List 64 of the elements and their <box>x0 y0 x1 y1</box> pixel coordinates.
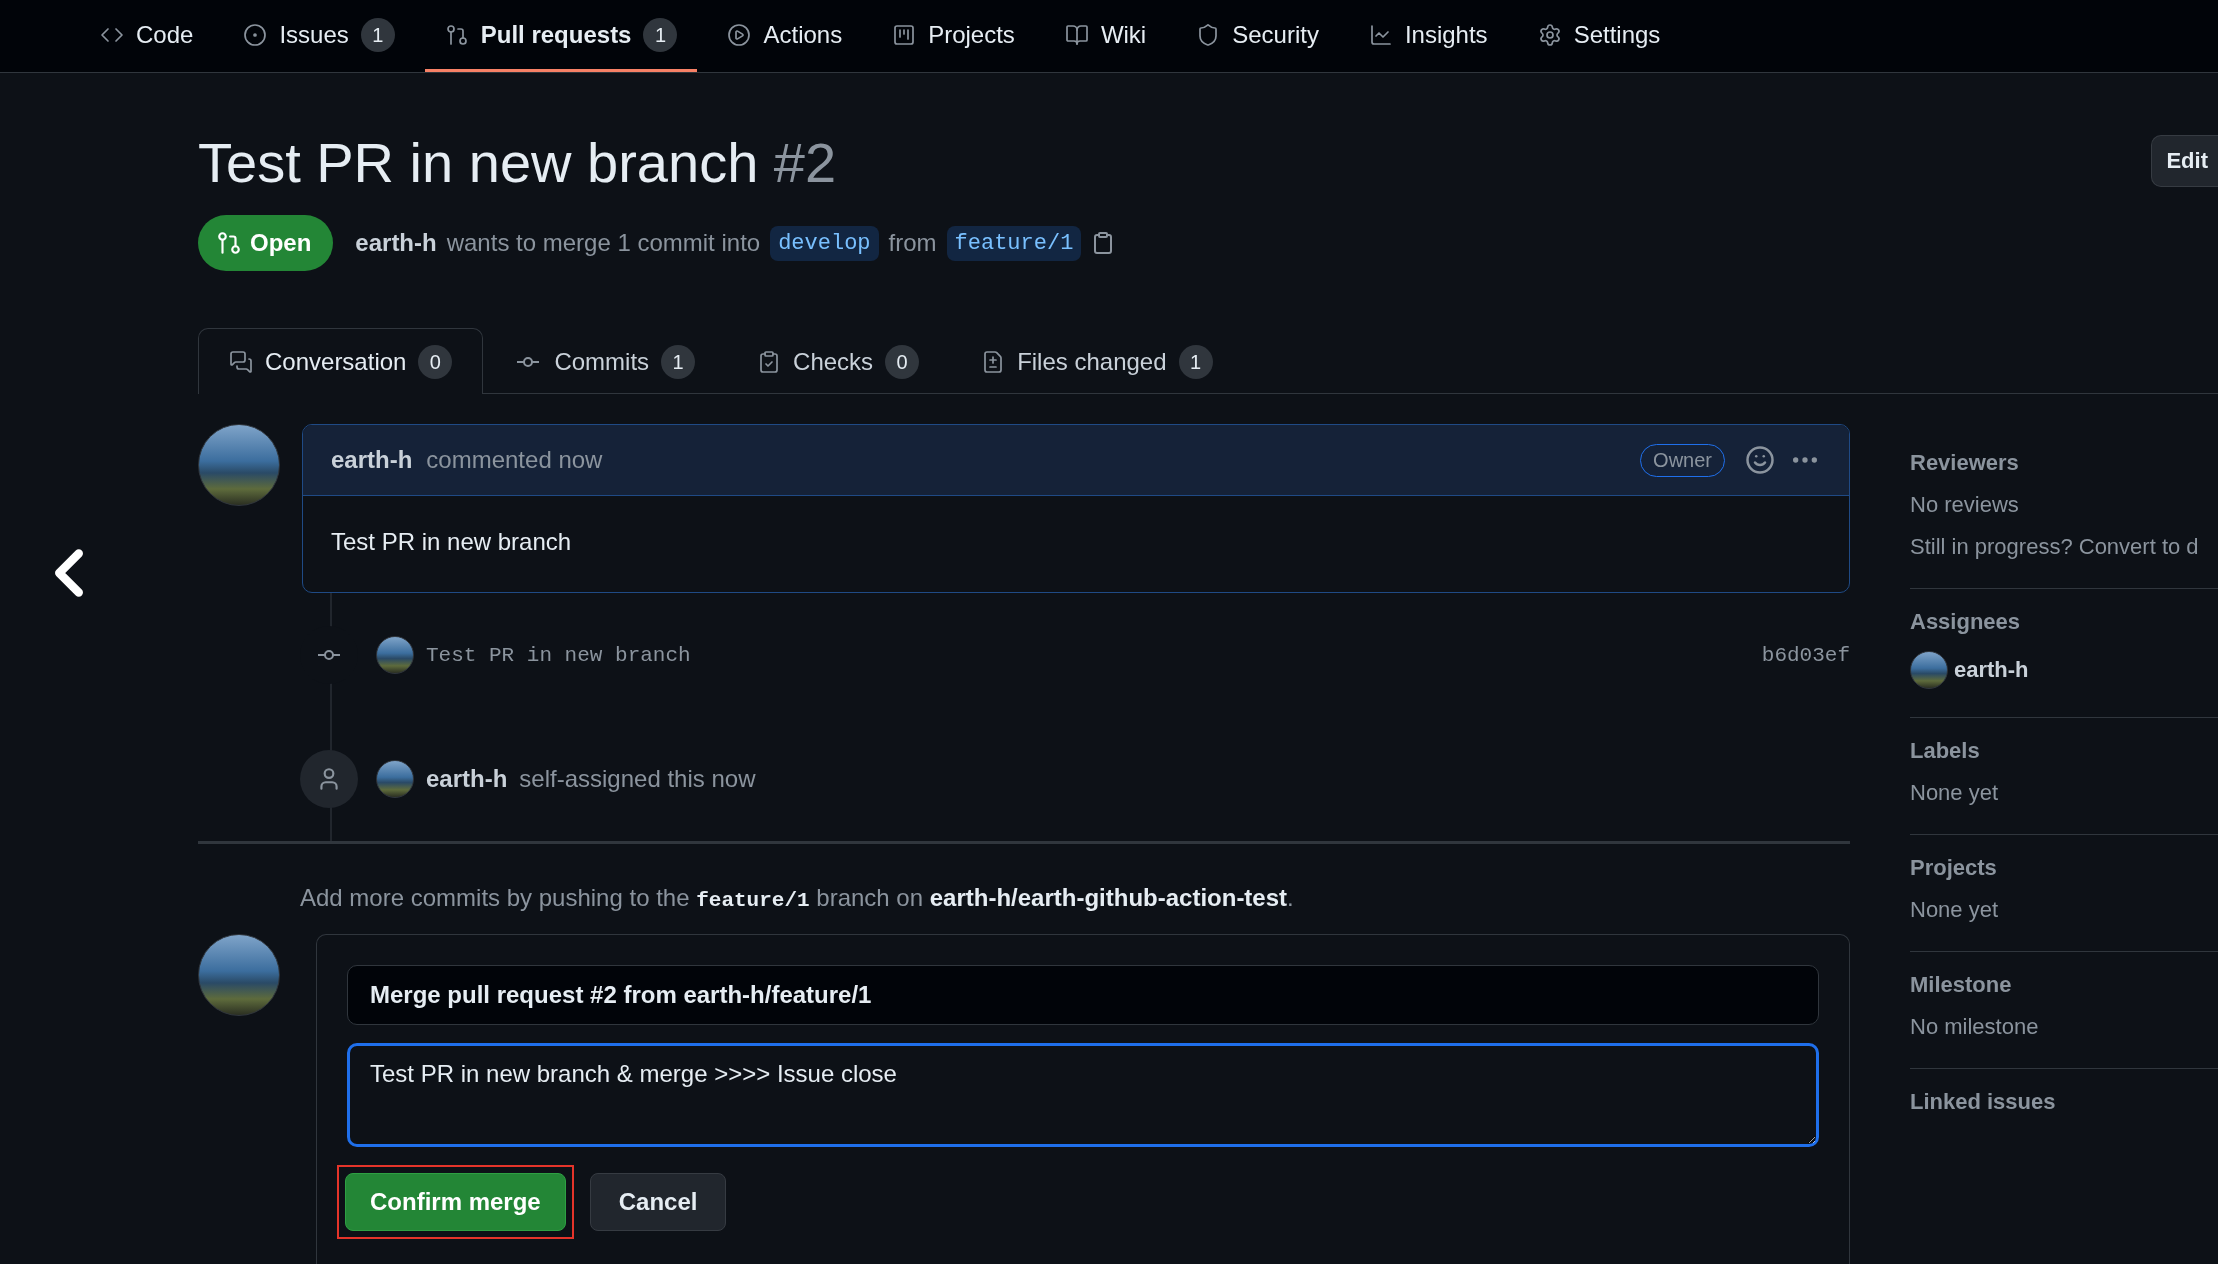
comment-body: Test PR in new branch <box>331 528 572 555</box>
graph-icon <box>1368 22 1393 47</box>
comment-meta: commented now <box>426 446 603 474</box>
count-badge: 1 <box>1178 344 1213 379</box>
pr-tab[interactable]: Files changed 1 <box>950 328 1244 394</box>
sidebar-text: No milestone <box>1910 1014 2040 1040</box>
issue-icon <box>243 22 268 47</box>
avatar-placeholder <box>376 636 414 674</box>
branch-label[interactable]: feature/1 <box>946 225 1082 261</box>
author-link[interactable]: earth-h <box>331 446 413 474</box>
sidebar-heading[interactable]: Linked issues <box>1910 1089 2218 1115</box>
pr-tab[interactable]: Commits 1 <box>483 328 727 394</box>
nav-tab[interactable]: Security <box>1176 0 1339 72</box>
count-badge: 1 <box>643 17 678 52</box>
nav-tab[interactable]: Projects <box>872 0 1035 72</box>
author-link[interactable]: earth-h <box>355 229 437 257</box>
count-badge: 1 <box>360 17 395 52</box>
commit-title-field[interactable]: Merge pull request #2 from earth-h/feature/1 <box>347 965 1819 1025</box>
sidebar-text: Still in progress? Convert to d <box>1910 534 2200 560</box>
commit-message-field[interactable]: Test PR in new branch & merge >>>> Issue close <box>347 1043 1819 1147</box>
cancel-button[interactable]: Cancel <box>589 1173 727 1231</box>
nav-tab[interactable]: Code <box>80 0 214 72</box>
nav-tab[interactable]: Pull requests 1 <box>424 0 698 72</box>
nav-tab[interactable]: Issues 1 <box>223 0 415 72</box>
sidebar-heading[interactable]: Labels <box>1910 738 2218 764</box>
count-badge: 0 <box>885 344 920 379</box>
commit-icon <box>315 649 343 661</box>
edit-button[interactable]: Edit <box>2151 135 2218 187</box>
sidebar-text: None yet <box>1910 897 2000 923</box>
nav-tab[interactable]: Insights <box>1348 0 1508 72</box>
sidebar-heading[interactable]: Milestone <box>1910 972 2218 998</box>
board-icon <box>892 22 917 47</box>
chat-icon <box>229 349 253 374</box>
sidebar-heading[interactable]: Projects <box>1910 855 2218 881</box>
author-link[interactable]: earth-h <box>426 765 508 793</box>
sidebar-heading[interactable]: Assignees <box>1910 609 2218 635</box>
avatar-placeholder <box>1910 651 1948 689</box>
play-icon <box>727 22 752 47</box>
assignee-link[interactable]: earth-h <box>1954 657 2029 683</box>
commit-sha[interactable]: b6d03ef <box>1761 643 1850 667</box>
pull-request-title: Test PR in new branch #2 <box>198 130 837 196</box>
pr-tab[interactable]: Conversation 0 <box>198 328 484 394</box>
nav-tab[interactable]: Actions <box>707 0 863 72</box>
book-icon <box>1064 22 1089 47</box>
sidebar-heading[interactable]: Reviewers <box>1910 450 2218 476</box>
sidebar-text: None yet <box>1910 780 2000 806</box>
from-text: from <box>888 229 937 257</box>
nav-tab[interactable]: Wiki <box>1044 0 1167 72</box>
merge-summary: wants to merge 1 commit into <box>446 229 761 257</box>
nav-tab[interactable]: Settings <box>1517 0 1681 72</box>
merge-hint: Add more commits by pushing to the feature/1 branch on earth-h/earth-github-action-test. <box>300 884 1295 912</box>
count-badge: 1 <box>661 344 696 379</box>
settings-icon <box>1537 22 1562 47</box>
avatar-placeholder <box>376 760 414 798</box>
commit-message[interactable]: Test PR in new branch <box>426 643 691 667</box>
state-badge: Open <box>198 215 334 271</box>
count-badge: 0 <box>418 344 453 379</box>
event-text: self-assigned this now <box>519 765 756 793</box>
branch-label[interactable]: develop <box>770 225 879 261</box>
emoji-icon[interactable] <box>1745 445 1775 475</box>
sidebar-text: No reviews <box>1910 492 2020 518</box>
confirm-merge-button[interactable]: Confirm merge <box>345 1173 566 1231</box>
pr-tab[interactable]: Checks 0 <box>726 328 951 394</box>
pull-request-icon <box>444 22 469 47</box>
